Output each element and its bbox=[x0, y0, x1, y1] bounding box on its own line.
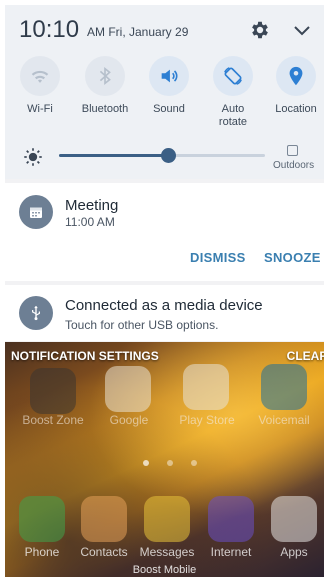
tile-auto-rotate-label: Auto rotate bbox=[218, 103, 248, 128]
home-app-label: Play Store bbox=[179, 413, 235, 427]
brightness-slider-fill bbox=[59, 154, 169, 157]
usb-icon bbox=[19, 296, 53, 330]
tile-sound-label: Sound bbox=[153, 103, 185, 115]
tile-bluetooth[interactable]: Bluetooth bbox=[74, 56, 136, 116]
notification-settings-button[interactable]: NOTIFICATION SETTINGS bbox=[11, 349, 159, 363]
home-app-label: Google bbox=[109, 413, 149, 427]
play-store-icon[interactable] bbox=[183, 364, 229, 410]
phone-icon[interactable] bbox=[19, 496, 65, 542]
home-app-label: Voicemail bbox=[258, 413, 310, 427]
quick-panel: 10:10 AM Fri, January 29 Wi-Fi Bluetooth bbox=[5, 5, 324, 179]
dock-app-label: Messages bbox=[139, 545, 195, 559]
dismiss-button[interactable]: DISMISS bbox=[190, 250, 246, 265]
contacts-icon[interactable] bbox=[81, 496, 127, 542]
notification-subtitle: 11:00 AM bbox=[65, 215, 115, 229]
clock-date: AM Fri, January 29 bbox=[87, 25, 189, 39]
tile-wifi-label: Wi-Fi bbox=[27, 103, 53, 115]
internet-icon[interactable] bbox=[208, 496, 254, 542]
brightness-icon bbox=[24, 148, 42, 166]
carrier-label: Boost Mobile bbox=[132, 564, 197, 576]
dock-app-label: Phone bbox=[24, 545, 60, 559]
page-indicator-dot bbox=[191, 460, 197, 466]
calendar-icon bbox=[19, 195, 53, 229]
dock-app-label: Internet bbox=[210, 545, 252, 559]
wifi-icon bbox=[31, 70, 49, 83]
tile-auto-rotate[interactable]: Auto rotate bbox=[202, 56, 264, 129]
tile-sound[interactable]: Sound bbox=[138, 56, 200, 116]
chevron-down-icon[interactable] bbox=[292, 21, 312, 39]
voicemail-icon[interactable] bbox=[261, 364, 307, 410]
apps-icon[interactable] bbox=[271, 496, 317, 542]
gear-icon[interactable] bbox=[249, 19, 271, 41]
google-folder-icon[interactable] bbox=[105, 366, 151, 412]
tile-bluetooth-label: Bluetooth bbox=[81, 103, 129, 115]
notification-subtitle: Touch for other USB options. bbox=[65, 318, 219, 332]
page-indicator-home bbox=[143, 460, 149, 466]
tile-location-label: Location bbox=[275, 103, 317, 115]
outdoors-checkbox[interactable] bbox=[287, 145, 298, 156]
messages-icon[interactable] bbox=[144, 496, 190, 542]
screen: 10:10 AM Fri, January 29 Wi-Fi Bluetooth bbox=[5, 5, 324, 577]
tile-location[interactable]: Location bbox=[265, 56, 324, 116]
dock-app-label: Apps bbox=[280, 545, 308, 559]
outdoors-label: Outdoors bbox=[273, 160, 315, 171]
brightness-slider-thumb[interactable] bbox=[161, 148, 177, 163]
boost-zone-icon[interactable] bbox=[30, 368, 76, 414]
clear-button[interactable]: CLEAR bbox=[287, 349, 324, 363]
home-screen-background: NOTIFICATION SETTINGS CLEAR Boost Zone G… bbox=[5, 342, 324, 577]
brightness-slider[interactable] bbox=[59, 148, 265, 163]
notification-meeting[interactable]: Meeting 11:00 AM DISMISS SNOOZE bbox=[5, 183, 324, 281]
location-icon bbox=[289, 66, 303, 86]
notification-title: Meeting bbox=[65, 197, 119, 214]
page-indicator-dot bbox=[167, 460, 173, 466]
tile-wifi[interactable]: Wi-Fi bbox=[9, 56, 71, 116]
notification-actions-bar: NOTIFICATION SETTINGS CLEAR bbox=[5, 347, 324, 365]
dock-app-label: Contacts bbox=[80, 545, 128, 559]
snooze-button[interactable]: SNOOZE bbox=[264, 250, 321, 265]
sound-icon bbox=[161, 69, 178, 83]
home-app-label: Boost Zone bbox=[22, 413, 84, 427]
auto-rotate-icon bbox=[224, 67, 242, 85]
notification-title: Connected as a media device bbox=[65, 297, 263, 314]
bluetooth-icon bbox=[99, 66, 111, 86]
clock-time: 10:10 bbox=[19, 16, 80, 43]
notification-usb[interactable]: Connected as a media device Touch for ot… bbox=[5, 285, 324, 341]
